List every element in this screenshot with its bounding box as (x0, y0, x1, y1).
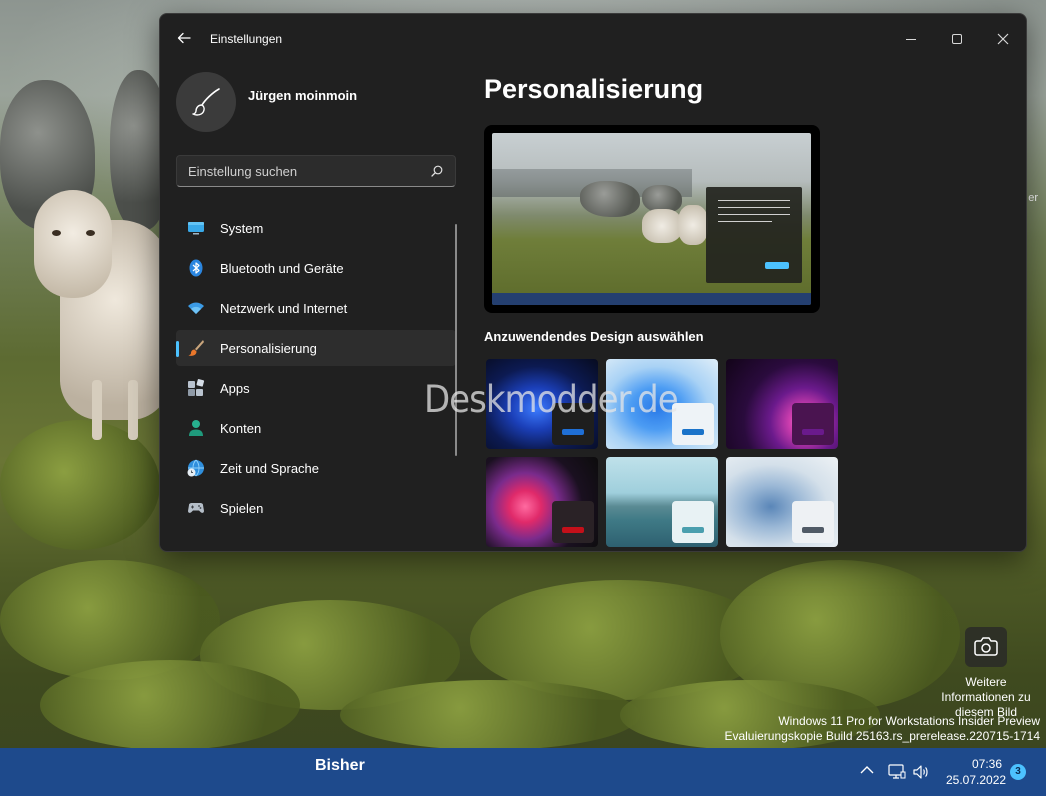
wifi-icon (188, 302, 204, 314)
sidebar-item-gaming[interactable]: Spielen (176, 490, 456, 526)
build-line: Windows 11 Pro for Workstations Insider … (778, 714, 1040, 728)
back-button[interactable] (176, 30, 192, 46)
theme-tile-flow[interactable] (726, 457, 838, 547)
bluetooth-icon (189, 259, 203, 277)
wallpaper-sheep-leg (128, 380, 138, 440)
close-icon (997, 33, 1009, 45)
minimize-icon (906, 38, 916, 40)
theme-accent-bar (562, 429, 584, 435)
sidebar-item-accounts[interactable]: Konten (176, 410, 456, 446)
theme-accent-bar (682, 527, 704, 533)
design-heading: Anzuwendendes Design auswählen (484, 329, 704, 344)
sidebar-item-label: Personalisierung (220, 341, 317, 356)
clock-date[interactable]: 25.07.2022 (946, 773, 1006, 787)
sidebar-item-label: Zeit und Sprache (220, 461, 320, 476)
theme-preview-badge (672, 403, 714, 445)
sidebar-item-label: Apps (220, 381, 250, 396)
theme-tile-captured-motion[interactable] (486, 457, 598, 547)
preview-line (718, 214, 790, 215)
preview-sheep (642, 209, 682, 243)
wallpaper-moss (0, 420, 160, 550)
tray-overflow-button[interactable] (860, 762, 874, 778)
sheep-eye (86, 230, 95, 236)
preview-rock (580, 181, 640, 217)
user-name: Jürgen moinmoin (248, 88, 358, 103)
sidebar-item-label: System (220, 221, 264, 236)
sidebar-item-personalization[interactable]: Personalisierung (176, 330, 456, 366)
preview-line (718, 207, 790, 208)
globe-clock-icon (187, 459, 204, 477)
volume-icon[interactable] (912, 763, 930, 781)
theme-accent-bar (682, 429, 704, 435)
apps-icon (188, 379, 205, 396)
sheep-eye (52, 230, 61, 236)
wallpaper-sheep-head (34, 190, 112, 298)
notification-badge[interactable]: 3 (1010, 764, 1026, 780)
monitor-icon (188, 222, 204, 235)
arrow-left-icon (177, 32, 191, 44)
page-title: Personalisierung (484, 74, 704, 104)
minimize-button[interactable] (888, 22, 934, 54)
build-line: Evaluierungskopie Build 25163.rs_prerele… (724, 729, 1040, 743)
taskbar: Bisher 07:36 25.07.2022 3 (0, 748, 1046, 796)
window-title: Einstellungen (210, 32, 283, 46)
close-button[interactable] (980, 22, 1026, 54)
wallpaper-moss (40, 660, 300, 750)
sidebar-nav: System Bluetooth und Geräte Netzwerk und… (176, 210, 456, 530)
search-box[interactable] (176, 155, 456, 187)
sidebar-item-system[interactable]: System (176, 210, 456, 246)
brush-icon (188, 340, 204, 356)
clock-time[interactable]: 07:36 (972, 757, 1002, 771)
network-icon[interactable] (888, 763, 906, 781)
sidebar-item-time-language[interactable]: Zeit und Sprache (176, 450, 456, 486)
sidebar-item-label: Bluetooth und Geräte (220, 261, 344, 276)
title-bar[interactable]: Einstellungen (160, 14, 1026, 62)
preview-accent-button (765, 262, 789, 269)
preview-taskbar (492, 293, 811, 305)
camera-info-button[interactable] (965, 627, 1007, 667)
preview-line (718, 221, 772, 222)
theme-tile-glow[interactable] (726, 359, 838, 449)
theme-accent-bar (802, 429, 824, 435)
theme-preview-badge (792, 501, 834, 543)
maximize-icon (952, 34, 962, 45)
settings-window: Einstellungen Jürgen moinmoin Einstellun… (159, 13, 1027, 552)
chevron-up-icon (860, 766, 874, 774)
theme-accent-bar (802, 527, 824, 533)
taskbar-label: Bisher (315, 757, 365, 774)
theme-accent-bar (562, 527, 584, 533)
preview-window (706, 187, 802, 283)
person-icon (189, 420, 203, 436)
sidebar-item-label: Spielen (220, 501, 264, 516)
theme-tile-sunrise[interactable] (606, 457, 718, 547)
wallpaper-moss (340, 680, 640, 750)
brush-icon (192, 88, 220, 116)
sidebar-item-label: Konten (220, 421, 262, 436)
desktop-icon-label[interactable]: er (1028, 192, 1038, 204)
search-input[interactable] (177, 156, 417, 186)
maximize-button[interactable] (934, 22, 980, 54)
theme-preview-badge (792, 403, 834, 445)
theme-preview-badge (672, 501, 714, 543)
preview-sheep (678, 205, 708, 245)
sidebar-item-apps[interactable]: Apps (176, 370, 456, 406)
preview-line (718, 200, 790, 201)
gamepad-icon (188, 503, 204, 513)
theme-preview-badge (552, 501, 594, 543)
search-icon[interactable] (431, 165, 443, 177)
preview-screen (492, 133, 811, 305)
build-watermark: Windows 11 Pro for Workstations Insider … (724, 714, 1040, 744)
theme-preview (484, 125, 820, 313)
sidebar-item-label: Netzwerk und Internet (220, 301, 348, 316)
watermark: Deskmodder.de (424, 378, 679, 422)
sidebar-item-network[interactable]: Netzwerk und Internet (176, 290, 456, 326)
sidebar-item-bluetooth[interactable]: Bluetooth und Geräte (176, 250, 456, 286)
camera-icon (974, 637, 998, 656)
wallpaper-sheep-leg (92, 380, 102, 440)
avatar[interactable] (176, 72, 236, 132)
